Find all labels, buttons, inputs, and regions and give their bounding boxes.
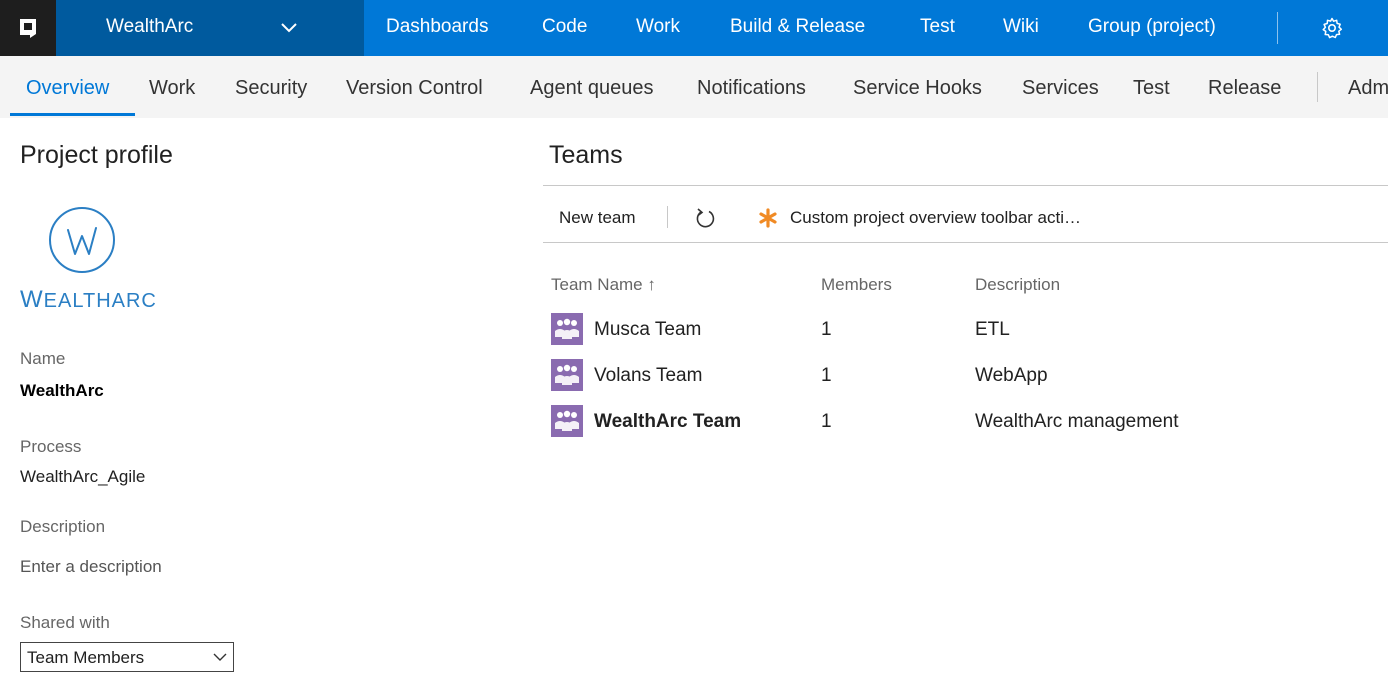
top-nav-code[interactable]: Code [542,16,587,38]
teams-title: Teams [549,141,623,169]
top-nav-test[interactable]: Test [920,16,955,38]
sub-nav-divider [1317,72,1318,102]
chevron-down-icon[interactable] [278,16,300,38]
gear-icon[interactable] [1320,16,1344,40]
top-nav-group-project[interactable]: Group (project) [1088,16,1216,38]
tab-overview[interactable]: Overview [26,77,109,100]
asterisk-icon [759,208,777,228]
project-selector[interactable] [56,0,364,56]
team-icon [551,359,583,391]
tab-security[interactable]: Security [235,77,307,100]
project-profile-title: Project profile [20,141,173,169]
shared-with-label: Shared with [20,613,110,632]
description-label: Description [20,517,106,536]
process-value[interactable]: WealthArc_Agile [20,467,145,487]
wealtharc-logo-icon [49,207,115,273]
team-name[interactable]: Volans Team [594,365,702,387]
top-nav-build-release[interactable]: Build & Release [730,16,865,38]
toolbar-divider [667,206,668,228]
team-description: WebApp [975,365,1048,386]
teams-top-divider [543,185,1388,186]
top-nav-wiki[interactable]: Wiki [1003,16,1039,38]
team-members: 1 [821,365,832,386]
refresh-icon[interactable] [693,206,717,230]
tab-version-control[interactable]: Version Control [346,77,483,100]
new-team-button[interactable]: New team [559,208,636,228]
team-icon [551,313,583,345]
top-nav-work[interactable]: Work [636,16,680,38]
vsts-logo-glyph [20,19,36,38]
active-tab-indicator [10,113,135,116]
tab-release[interactable]: Release [1208,77,1281,100]
description-field[interactable]: Enter a description [20,557,162,577]
tab-service-hooks[interactable]: Service Hooks [853,77,982,100]
column-header-members[interactable]: Members [821,275,892,295]
shared-with-select[interactable]: Team Members [20,642,234,672]
vsts-logo-icon[interactable] [0,0,56,56]
toolbar-bottom-divider [543,242,1388,243]
team-description: ETL [975,319,1010,340]
top-navigation-bar: WealthArc Dashboards Code Work Build & R… [0,0,1388,56]
tab-work[interactable]: Work [149,77,195,100]
wealtharc-wordmark: WEALTHARC [20,286,157,313]
top-nav-dashboards[interactable]: Dashboards [386,16,488,38]
project-selector-label[interactable]: WealthArc [106,16,193,38]
column-header-description[interactable]: Description [975,275,1060,295]
tab-notifications[interactable]: Notifications [697,77,806,100]
top-nav-divider [1277,12,1278,44]
team-description: WealthArc management [975,411,1179,432]
name-value: WealthArc [20,381,104,400]
name-label: Name [20,349,66,368]
custom-toolbar-action[interactable]: Custom project overview toolbar acti… [790,208,1081,228]
admin-sub-navigation: Overview Work Security Version Control A… [0,56,1388,118]
column-header-team-name[interactable]: Team Name ↑ [551,275,656,295]
team-name[interactable]: Musca Team [594,319,701,341]
team-members: 1 [821,319,832,340]
shared-with-value: Team Members [27,648,145,667]
tab-test[interactable]: Test [1133,77,1170,100]
chevron-down-icon [213,653,227,661]
team-icon [551,405,583,437]
tab-services[interactable]: Services [1022,77,1099,100]
team-name-default[interactable]: WealthArc Team [594,411,741,433]
team-members: 1 [821,411,832,432]
process-label: Process [20,437,82,456]
tab-admin[interactable]: Adm [1348,77,1388,100]
tab-agent-queues[interactable]: Agent queues [530,77,653,100]
